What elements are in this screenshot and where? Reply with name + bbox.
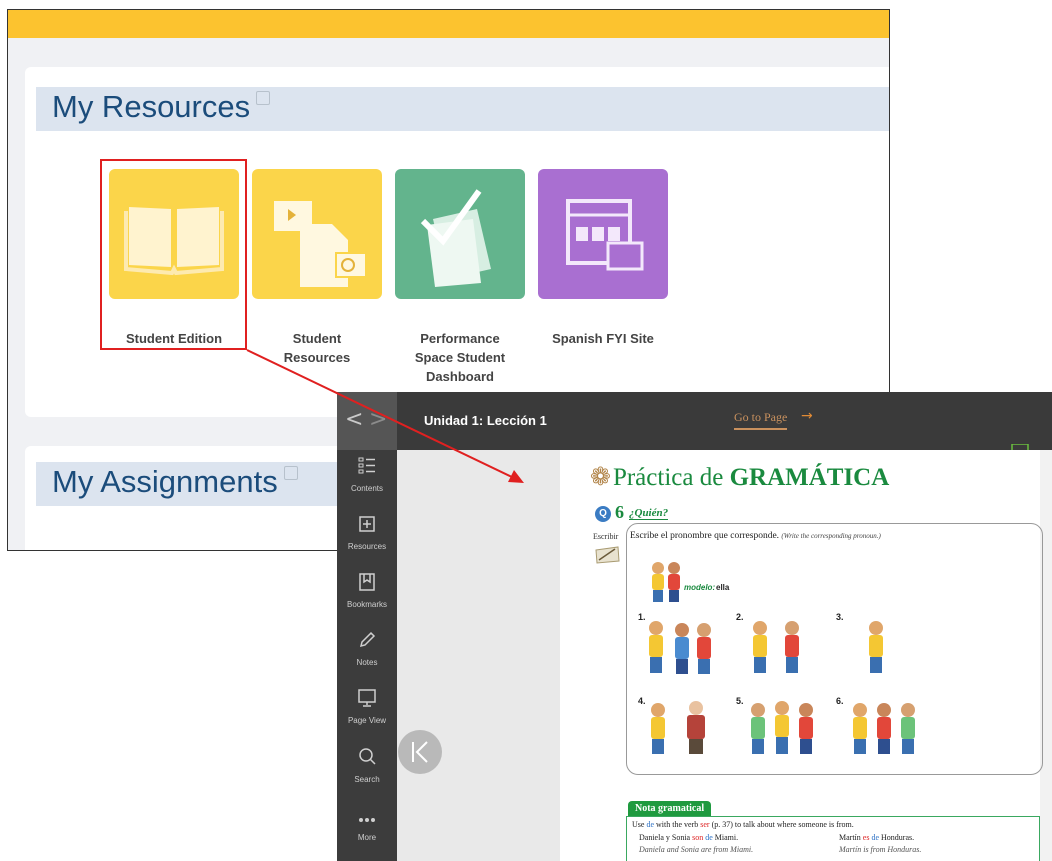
performance-space-tile[interactable]: [395, 169, 525, 299]
example-text: Martín: [839, 833, 863, 842]
example-translation: Martín is from Honduras.: [839, 845, 922, 854]
tile-label-line: Student: [292, 331, 342, 346]
nota-keyword: ser: [700, 820, 710, 829]
item-number: 4.: [638, 696, 646, 706]
sidebar-search[interactable]: Search: [337, 747, 397, 784]
student-edition-highlight: [100, 159, 247, 350]
sidebar-page-view[interactable]: Page View: [337, 688, 397, 725]
illustration-item-1: [649, 621, 711, 674]
sidebar-label: Resources: [347, 542, 387, 551]
example-text: Honduras.: [879, 833, 915, 842]
tile-label-line: Dashboard: [426, 369, 494, 384]
unit-title: Unidad 1: Lección 1: [424, 413, 547, 428]
item-number: 1.: [638, 612, 646, 622]
contents-list-icon: [358, 457, 375, 474]
writing-paper-icon: [595, 546, 620, 564]
skill-tag: Escribir: [593, 532, 619, 541]
ebook-reader: < > Contents Resources Bookmarks Notes P…: [337, 392, 1052, 861]
illustration-item-6: [853, 703, 915, 754]
sidebar-label: More: [357, 833, 377, 842]
my-resources-header: My Resources: [36, 87, 889, 131]
tile-label-line: Performance: [420, 331, 500, 346]
page-title-prefix: Práctica de: [612, 464, 730, 491]
item-number: 6.: [836, 696, 844, 706]
tile-label-line: Resources: [283, 350, 351, 365]
flower-icon: ❁: [590, 464, 611, 491]
reader-toolbar: Unidad 1: Lección 1 Go to Page →: [397, 392, 1052, 450]
example-text: Daniela y Sonia: [639, 833, 693, 842]
sidebar-bookmarks[interactable]: Bookmarks: [337, 572, 397, 609]
item-number: 3.: [836, 612, 844, 622]
tile-label-line: Spanish FYI Site: [552, 331, 654, 346]
sidebar-label: Bookmarks: [346, 600, 387, 609]
spanish-fyi-tile[interactable]: [538, 169, 668, 299]
media-document-icon: [274, 201, 367, 287]
resources-folder-icon: [359, 516, 375, 532]
exercise-badge: Q: [595, 506, 611, 522]
external-link-icon[interactable]: [256, 91, 271, 105]
illustration-model: [652, 562, 680, 602]
page-title-bold: GRAMÁTICA: [729, 464, 890, 491]
sidebar-contents[interactable]: Contents: [337, 456, 397, 493]
top-banner: [8, 10, 889, 38]
my-assignments-title: My Assignments: [52, 464, 278, 499]
nota-text: Use: [632, 820, 647, 829]
illustration-item-2: [753, 621, 799, 673]
previous-page-button[interactable]: [398, 730, 442, 774]
sidebar-resources[interactable]: Resources: [337, 514, 397, 551]
nota-text: with the verb: [654, 820, 701, 829]
external-link-icon[interactable]: [283, 466, 298, 480]
go-to-page-button[interactable]: Go to Page: [734, 410, 788, 430]
sidebar-label: Search: [354, 775, 380, 784]
exercise-number: 6: [615, 502, 624, 522]
monitor-icon: [358, 689, 376, 707]
example-text: Miami.: [712, 833, 739, 842]
illustration-item-4: [651, 701, 705, 754]
modelo-label: modelo:: [684, 583, 716, 592]
nota-gramatical-box: Use de with the verb ser (p. 37) to talk…: [626, 816, 1040, 861]
papers-check-icon: [420, 189, 491, 287]
example-verb: son: [692, 833, 704, 842]
example-prep: de: [871, 833, 880, 842]
exercise-title: ¿Quién?: [629, 507, 669, 520]
sidebar-label: Notes: [356, 658, 378, 667]
go-to-page-arrow-icon[interactable]: →: [801, 408, 813, 424]
browser-window-icon: [566, 199, 644, 271]
item-number: 5.: [736, 696, 744, 706]
pencil-icon: [359, 631, 376, 648]
sidebar-label: Contents: [350, 484, 384, 493]
reader-sidebar: < > Contents Resources Bookmarks Notes P…: [337, 392, 397, 861]
illustration-item-3: [869, 621, 883, 673]
tile-label-line: Space Student: [414, 350, 506, 365]
illustration-item-5: [751, 701, 813, 754]
example-prep: de: [705, 833, 713, 842]
student-resources-tile[interactable]: [252, 169, 382, 299]
sidebar-more[interactable]: More: [337, 812, 397, 842]
sidebar-notes[interactable]: Notes: [337, 630, 397, 667]
page-nav: < >: [337, 392, 397, 450]
page-title: ❁Práctica de GRAMÁTICA: [590, 462, 889, 492]
example-translation: Daniela and Sonia are from Miami.: [639, 845, 754, 854]
my-resources-title: My Resources: [52, 89, 251, 124]
modelo-answer: ella: [716, 583, 730, 592]
skip-back-icon: [412, 741, 428, 763]
nota-text: (p. 37) to talk about where someone is f…: [709, 820, 854, 829]
next-arrow-icon[interactable]: >: [369, 407, 387, 432]
more-dots-icon: [359, 818, 375, 822]
search-icon: [359, 748, 376, 765]
nota-gramatical-header: Nota gramatical: [628, 801, 712, 817]
prev-arrow-icon[interactable]: <: [345, 407, 363, 432]
item-number: 2.: [736, 612, 744, 622]
nota-keyword: de: [646, 820, 655, 829]
bookmark-icon: [359, 573, 375, 591]
sidebar-label: Page View: [347, 716, 387, 725]
textbook-page: ❁Práctica de GRAMÁTICA Q 6 ¿Quién? Escri…: [560, 450, 1043, 861]
